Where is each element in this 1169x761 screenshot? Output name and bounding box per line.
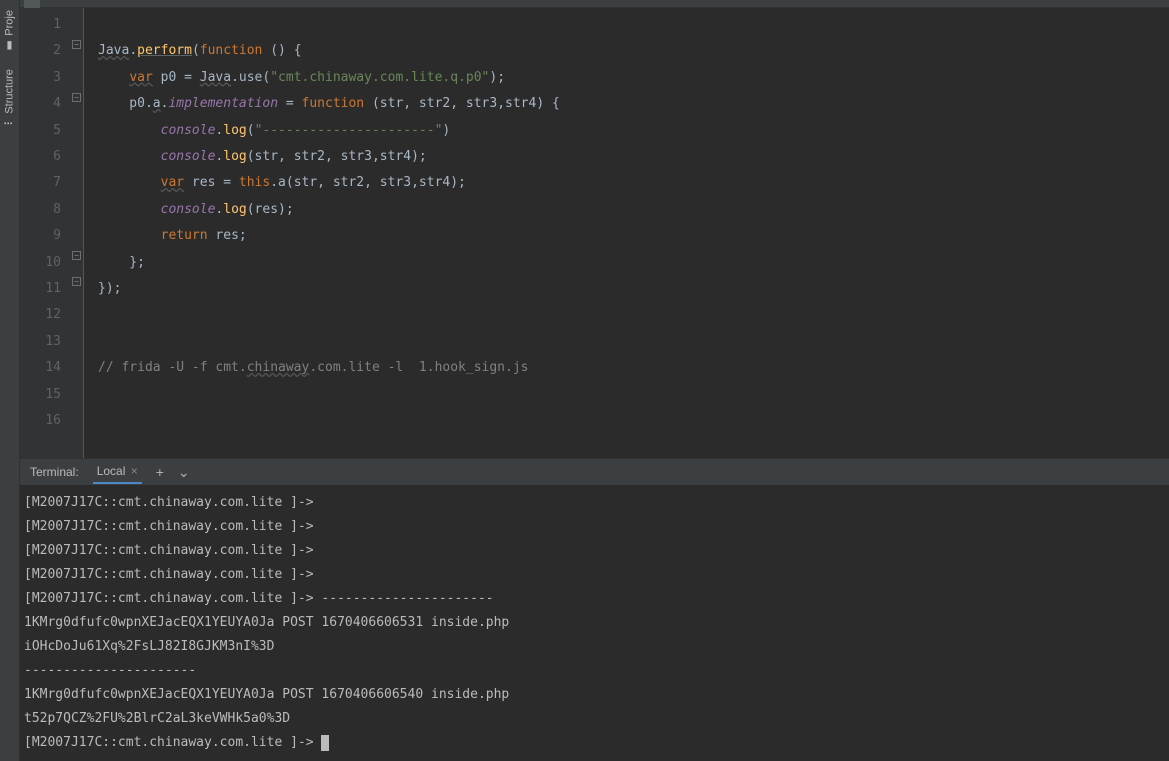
fold-toggle[interactable]: − [72,40,81,49]
line-number: 2 [24,38,61,64]
folder-icon: ▮ [3,40,16,53]
terminal-dropdown-button[interactable]: ⌄ [178,464,190,481]
fold-gutter: − − − − [70,8,84,458]
line-number: 15 [24,382,61,408]
terminal-line: iOHcDoJu61Xq%2FsLJ82I8GJKM3nI%3D [24,635,1165,659]
editor-tab[interactable] [24,0,40,8]
terminal-line: [M2007J17C::cmt.chinaway.com.lite ]-> [24,515,1165,539]
structure-icon: ⠇ [3,117,16,125]
close-icon[interactable]: × [127,464,137,478]
line-number: 8 [24,197,61,223]
line-number: 12 [24,302,61,328]
line-number: 16 [24,408,61,434]
terminal-prompt: [M2007J17C::cmt.chinaway.com.lite ]-> [24,731,1165,755]
fold-toggle[interactable]: − [72,93,81,102]
code-line: Java.perform(function () { [98,38,1169,64]
sidebar-structure-button[interactable]: ⠇ Structure [1,61,18,134]
tool-window-bar: ▮ Proje ⠇ Structure [0,0,20,761]
code-line: }); [98,276,1169,302]
add-terminal-button[interactable]: + [156,464,164,480]
line-number: 13 [24,329,61,355]
terminal-line: t52p7QCZ%2FU%2BlrC2aL3keVWHk5a0%3D [24,707,1165,731]
line-number: 11 [24,276,61,302]
code-line [98,382,1169,408]
code-line [98,12,1169,38]
terminal-line: 1KMrg0dfufc0wpnXEJacEQX1YEUYA0Ja POST 16… [24,611,1165,635]
terminal-tab-local[interactable]: Local × [93,460,142,484]
code-line: }; [98,250,1169,276]
line-number: 5 [24,118,61,144]
line-number: 4 [24,91,61,117]
terminal-line: ---------------------- [24,659,1165,683]
fold-toggle[interactable]: − [72,277,81,286]
line-number-gutter: 1 2 3 4 5 6 7 8 9 10 11 12 13 14 15 16 [20,8,70,458]
sidebar-project-button[interactable]: ▮ Proje [1,2,18,61]
terminal-line: [M2007J17C::cmt.chinaway.com.lite ]-> [24,539,1165,563]
code-line: return res; [98,223,1169,249]
line-number: 6 [24,144,61,170]
terminal-header: Terminal: Local × + ⌄ [20,459,1169,485]
terminal-line: [M2007J17C::cmt.chinaway.com.lite ]-> [24,563,1165,587]
line-number: 14 [24,355,61,381]
code-line: // frida -U -f cmt.chinaway.com.lite -l … [98,355,1169,381]
terminal-line: 1KMrg0dfufc0wpnXEJacEQX1YEUYA0Ja POST 16… [24,683,1165,707]
editor-tab-bar [20,0,1169,8]
code-line: console.log("----------------------") [98,118,1169,144]
terminal-output[interactable]: [M2007J17C::cmt.chinaway.com.lite ]->[M2… [20,485,1169,761]
line-number: 1 [24,12,61,38]
code-line: p0.a.implementation = function (str, str… [98,91,1169,117]
terminal-panel: Terminal: Local × + ⌄ [M2007J17C::cmt.ch… [20,458,1169,761]
code-line [98,329,1169,355]
line-number: 10 [24,250,61,276]
code-content[interactable]: Java.perform(function () { var p0 = Java… [84,8,1169,458]
code-line: var res = this.a(str, str2, str3,str4); [98,170,1169,196]
cursor [321,735,329,751]
terminal-line: [M2007J17C::cmt.chinaway.com.lite ]-> [24,491,1165,515]
line-number: 3 [24,65,61,91]
code-line: console.log(res); [98,197,1169,223]
code-line [98,408,1169,434]
terminal-label: Terminal: [30,465,79,479]
terminal-line: [M2007J17C::cmt.chinaway.com.lite ]-> --… [24,587,1165,611]
code-line: console.log(str, str2, str3,str4); [98,144,1169,170]
line-number: 9 [24,223,61,249]
line-number: 7 [24,170,61,196]
main-area: 1 2 3 4 5 6 7 8 9 10 11 12 13 14 15 16 −… [20,0,1169,761]
code-line [98,302,1169,328]
fold-toggle[interactable]: − [72,251,81,260]
code-editor[interactable]: 1 2 3 4 5 6 7 8 9 10 11 12 13 14 15 16 −… [20,8,1169,458]
code-line: var p0 = Java.use("cmt.chinaway.com.lite… [98,65,1169,91]
